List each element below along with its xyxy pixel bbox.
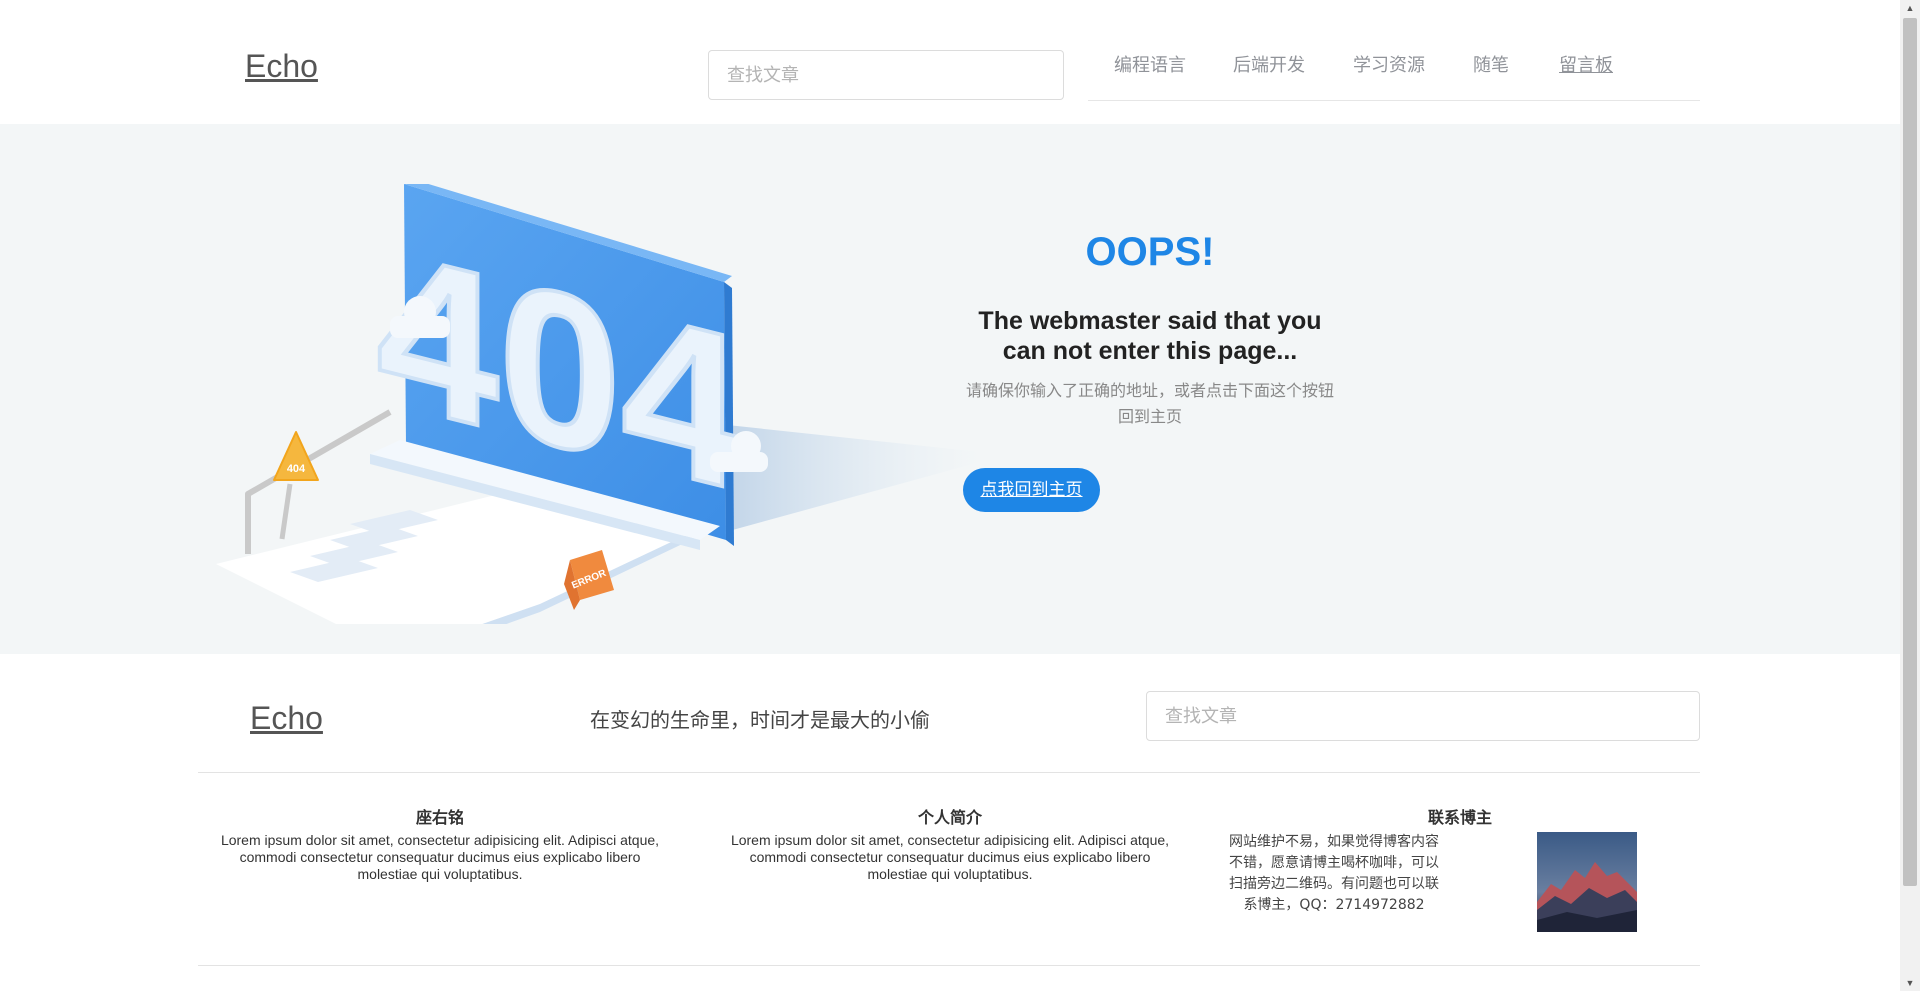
- bio-line-2: commodi consectetur consequatur ducimus …: [749, 849, 1151, 865]
- scroll-thumb[interactable]: [1903, 18, 1917, 886]
- contact-line-2: 不错，愿意请博主喝杯咖啡，可以: [1229, 855, 1439, 871]
- header-search-input[interactable]: [708, 50, 1064, 100]
- contact-column-text: 网站维护不易，如果觉得博客内容 不错，愿意请博主喝杯咖啡，可以 扫描旁边二维码。…: [1216, 832, 1452, 916]
- contact-line-4: 系博主，QQ：2714972882: [1243, 897, 1425, 913]
- error-info: 请确保你输入了正确的地址，或者点击下面这个按钮 回到主页: [958, 378, 1342, 430]
- oops-title: OOPS!: [1085, 230, 1215, 274]
- scroll-up-arrow-icon[interactable]: ▲: [1900, 0, 1920, 16]
- footer-search-input[interactable]: [1146, 691, 1700, 741]
- headline-line-1: The webmaster said that you: [978, 307, 1322, 335]
- error-headline: The webmaster said that you can not ente…: [960, 306, 1340, 366]
- 404-illustration: 404 404 ERROR: [216, 184, 980, 624]
- info-line-2: 回到主页: [1117, 407, 1182, 426]
- bio-line-3: molestiae qui voluptatibus.: [867, 866, 1033, 882]
- motto-line-1: Lorem ipsum dolor sit amet, consectetur …: [220, 832, 660, 848]
- bio-line-1: Lorem ipsum dolor sit amet, consectetur …: [730, 832, 1170, 848]
- page-scrollbar[interactable]: ▲ ▼: [1900, 0, 1920, 991]
- site-header: Echo 编程语言 后端开发 学习资源 随笔 留言板: [0, 0, 1900, 124]
- footer-motto: 在变幻的生命里，时间才是最大的小偷: [590, 708, 930, 732]
- scroll-down-arrow-icon[interactable]: ▼: [1900, 975, 1920, 991]
- back-home-button[interactable]: 点我回到主页: [963, 468, 1100, 512]
- motto-line-3: molestiae qui voluptatibus.: [357, 866, 523, 882]
- motto-line-2: commodi consectetur consequatur ducimus …: [239, 849, 641, 865]
- big-404-text: 404: [376, 202, 743, 539]
- nav-item-guestbook[interactable]: 留言板: [1559, 51, 1613, 77]
- footer-divider-top: [198, 772, 1700, 773]
- bio-column-text: Lorem ipsum dolor sit amet, consectetur …: [710, 832, 1190, 883]
- footer-divider-bottom: [198, 965, 1700, 966]
- headline-line-2: can not enter this page...: [1002, 337, 1298, 365]
- qr-code-image: [1537, 832, 1637, 932]
- nav-item-resources[interactable]: 学习资源: [1353, 51, 1425, 77]
- contact-line-3: 扫描旁边二维码。有问题也可以联: [1229, 876, 1439, 892]
- main-nav: 编程语言 后端开发 学习资源 随笔 留言板: [1088, 36, 1700, 101]
- motto-column-text: Lorem ipsum dolor sit amet, consectetur …: [200, 832, 680, 883]
- nav-item-essays[interactable]: 随笔: [1473, 51, 1509, 77]
- contact-column-title: 联系博主: [1427, 808, 1492, 827]
- site-footer: Echo 在变幻的生命里，时间才是最大的小偷 座右铭 Lorem ipsum d…: [0, 654, 1900, 991]
- nav-item-programming[interactable]: 编程语言: [1114, 51, 1186, 77]
- contact-line-1: 网站维护不易，如果觉得博客内容: [1229, 834, 1439, 850]
- sign-404-text: 404: [287, 463, 306, 475]
- error-hero: 404 404 ERROR OOPS! The webmaster said t…: [0, 124, 1900, 654]
- nav-item-backend[interactable]: 后端开发: [1233, 51, 1305, 77]
- bio-column-title: 个人简介: [917, 808, 982, 827]
- info-line-1: 请确保你输入了正确的地址，或者点击下面这个按钮: [965, 381, 1334, 400]
- motto-column-title: 座右铭: [415, 808, 464, 827]
- header-logo[interactable]: Echo: [245, 48, 318, 85]
- footer-logo[interactable]: Echo: [250, 700, 323, 737]
